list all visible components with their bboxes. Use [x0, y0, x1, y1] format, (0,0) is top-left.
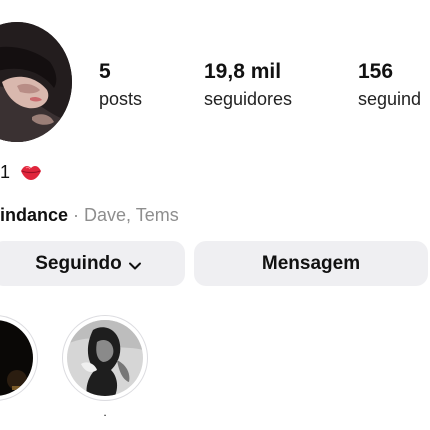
- stat-following[interactable]: 156 seguind: [358, 60, 421, 110]
- following-button-label: Seguindo: [35, 252, 122, 274]
- followers-count: 19,8 mil: [204, 60, 282, 83]
- story-highlight[interactable]: [0, 315, 38, 401]
- followers-label: seguidores: [204, 89, 293, 109]
- music-artists: Dave, Tems: [84, 205, 179, 225]
- highlight-cover: [0, 320, 33, 396]
- following-label: seguind: [358, 89, 422, 109]
- following-count: 156: [358, 60, 394, 83]
- stat-followers[interactable]: 19,8 mil seguidores: [204, 60, 292, 110]
- bio-line: 1: [0, 160, 42, 184]
- music-separator: ·: [73, 205, 80, 225]
- profile-avatar[interactable]: [0, 22, 72, 142]
- bio-text: 1: [0, 161, 11, 182]
- message-button[interactable]: Mensagem: [194, 241, 428, 286]
- highlight-label: .: [103, 405, 107, 419]
- highlight-cover: [67, 320, 143, 396]
- following-button[interactable]: Seguindo: [0, 241, 185, 286]
- music-song-title: indance: [0, 205, 69, 225]
- profile-music[interactable]: indance · Dave, Tems: [0, 203, 179, 227]
- lips-kiss-icon: [20, 163, 42, 181]
- profile-screen: 5 posts 19,8 mil seguidores 156 seguind …: [0, 0, 430, 430]
- posts-label: posts: [99, 89, 143, 109]
- chevron-down-icon: [128, 257, 142, 271]
- story-highlight[interactable]: [62, 315, 148, 401]
- message-button-label: Mensagem: [261, 252, 361, 274]
- profile-photo-image: [0, 22, 72, 142]
- posts-count: 5: [99, 60, 111, 83]
- stat-posts[interactable]: 5 posts: [99, 60, 142, 110]
